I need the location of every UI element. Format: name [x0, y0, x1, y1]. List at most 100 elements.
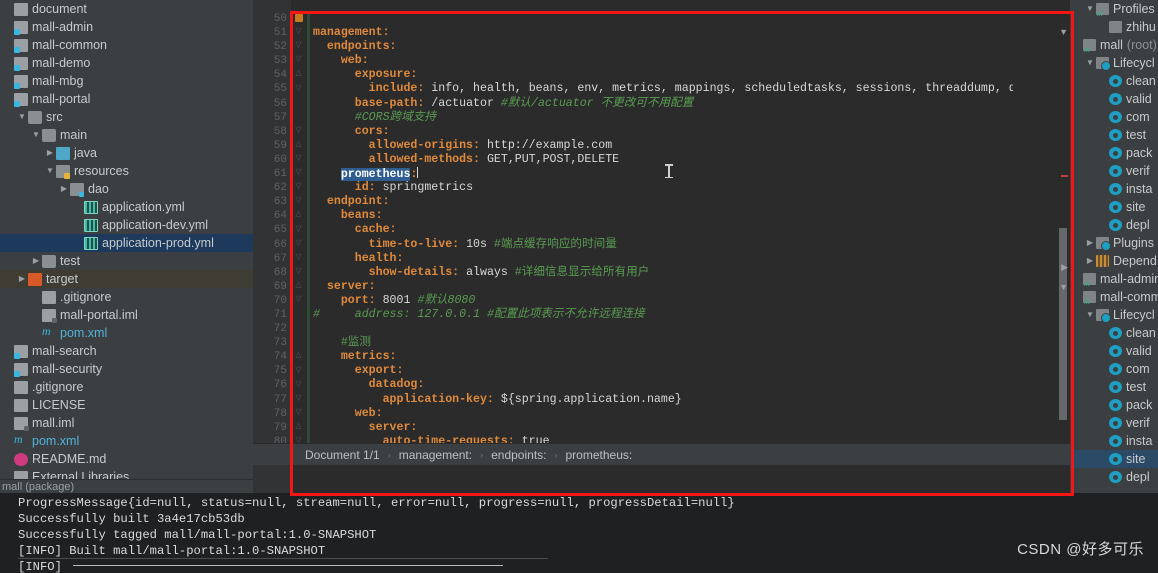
tree-item-dao[interactable]: ▶ dao: [0, 180, 253, 198]
chevron-down-icon[interactable]: ▼: [16, 108, 28, 126]
code-line[interactable]: datadog:: [313, 378, 1013, 392]
tree-item-test[interactable]: ▶ test: [0, 252, 253, 270]
maven-item-site[interactable]: · site: [1070, 198, 1158, 216]
tree-item-license[interactable]: · LICENSE: [0, 396, 253, 414]
tree-item-application-prod-yml[interactable]: · application-prod.yml: [0, 234, 253, 252]
breadcrumb[interactable]: Document 1/1 › management: › endpoints: › prom…: [253, 443, 1070, 465]
code-fold-marker[interactable]: △: [294, 280, 303, 289]
tree-item-mall-mbg[interactable]: · mall-mbg: [0, 72, 253, 90]
maven-item-clean[interactable]: · clean: [1070, 324, 1158, 342]
chevron-right-icon[interactable]: ▶: [44, 144, 56, 162]
tree-item-resources[interactable]: ▼ resources: [0, 162, 253, 180]
tree-item-gitignore[interactable]: · .gitignore: [0, 288, 253, 306]
code-line[interactable]: #CORS跨域支持: [313, 111, 1013, 125]
code-line[interactable]: health:: [313, 252, 1013, 266]
code-line[interactable]: server:: [313, 421, 1013, 435]
code-line[interactable]: server:: [313, 280, 1013, 294]
maven-item-com[interactable]: · com: [1070, 108, 1158, 126]
code-fold-marker[interactable]: △: [294, 421, 303, 430]
maven-item-mall-comm[interactable]: · mall-comm: [1070, 288, 1158, 306]
maven-item-lifecycl[interactable]: ▼ Lifecycl: [1070, 306, 1158, 324]
maven-item-test[interactable]: · test: [1070, 126, 1158, 144]
code-line[interactable]: [313, 12, 1013, 26]
code-line[interactable]: web:: [313, 407, 1013, 421]
maven-item-lifecycl[interactable]: ▼ Lifecycl: [1070, 54, 1158, 72]
editor-scrollbar-thumb[interactable]: [1059, 228, 1067, 420]
maven-item-insta[interactable]: · insta: [1070, 432, 1158, 450]
code-fold-marker[interactable]: △: [294, 350, 303, 359]
maven-tool-window[interactable]: ▼ Profiles · zhihu · mall(root) ▼ Lifecycl · clea…: [1070, 0, 1158, 493]
code-fold-marker[interactable]: ▽: [294, 365, 303, 374]
build-console[interactable]: ProgressMessage{id=null, status=null, st…: [0, 493, 1158, 573]
code-line[interactable]: id: springmetrics: [313, 181, 1013, 195]
code-fold-marker[interactable]: ▽: [294, 153, 303, 162]
maven-item-verif[interactable]: · verif: [1070, 162, 1158, 180]
code-line[interactable]: application-key: ${spring.application.na…: [313, 393, 1013, 407]
code-fold-marker[interactable]: ▽: [294, 26, 303, 35]
code-editor[interactable]: 50 51 52 53 54 55 56 57 58 59 60 61 62 63 64 65 66 67 68 69…: [253, 0, 1070, 493]
tree-item-mall-iml[interactable]: · mall.iml: [0, 414, 253, 432]
scroll-next-arrow[interactable]: ▶: [1061, 263, 1068, 272]
code-line[interactable]: allowed-methods: GET,PUT,POST,DELETE: [313, 153, 1013, 167]
code-fold-marker[interactable]: ▽: [294, 294, 303, 303]
code-fold-marker[interactable]: ▽: [294, 379, 303, 388]
tree-item-target[interactable]: ▶ target: [0, 270, 253, 288]
chevron-down-icon[interactable]: ▼: [30, 126, 42, 144]
code-fold-marker[interactable]: ▽: [294, 125, 303, 134]
maven-item-site[interactable]: · site: [1070, 450, 1158, 468]
tree-item-mall-search[interactable]: · mall-search: [0, 342, 253, 360]
tree-item-document[interactable]: · document: [0, 0, 253, 18]
scroll-up-arrow[interactable]: ▼: [1059, 28, 1068, 37]
maven-item-zhihu[interactable]: · zhihu: [1070, 18, 1158, 36]
code-fold-column[interactable]: ▽ ▽ ▽ △ ▽ ▽ △ ▽ ▽ ▽ ▽ △ ▽ ▽ ▽ ▽ △ ▽ △ ▽ ▽ ▽ ▽ △ ▽: [291, 0, 307, 493]
chevron-right-icon[interactable]: ▶: [58, 180, 70, 198]
tree-item-pom-xml[interactable]: · pom.xml: [0, 324, 253, 342]
code-line[interactable]: cache:: [313, 223, 1013, 237]
maven-item-valid[interactable]: · valid: [1070, 342, 1158, 360]
code-line[interactable]: base-path: /actuator #默认/actuator 不更改可不用…: [313, 97, 1013, 111]
code-line[interactable]: exposure:: [313, 68, 1013, 82]
chevron-down-icon[interactable]: ▼: [44, 162, 56, 180]
code-line[interactable]: management:: [313, 26, 1013, 40]
code-line[interactable]: include: info, health, beans, env, metri…: [313, 82, 1013, 96]
code-fold-marker[interactable]: ▽: [294, 407, 303, 416]
tree-item-application-dev-yml[interactable]: · application-dev.yml: [0, 216, 253, 234]
breadcrumb-item[interactable]: prometheus:: [566, 448, 633, 462]
maven-item-depl[interactable]: · depl: [1070, 468, 1158, 486]
chevron-right-icon[interactable]: ▶: [1084, 252, 1096, 270]
maven-item-insta[interactable]: · insta: [1070, 180, 1158, 198]
code-line[interactable]: metrics:: [313, 350, 1013, 364]
scroll-down-arrow[interactable]: ▼: [1059, 283, 1068, 292]
chevron-down-icon[interactable]: ▼: [1084, 0, 1096, 18]
breadcrumb-item[interactable]: Document 1/1: [305, 448, 380, 462]
tree-item-mall-security[interactable]: · mall-security: [0, 360, 253, 378]
code-fold-marker[interactable]: ▽: [294, 167, 303, 176]
tree-item-mall-common[interactable]: · mall-common: [0, 36, 253, 54]
code-line[interactable]: endpoints:: [313, 40, 1013, 54]
code-fold-marker[interactable]: ▽: [294, 195, 303, 204]
breadcrumb-item[interactable]: management:: [399, 448, 472, 462]
maven-item-valid[interactable]: · valid: [1070, 90, 1158, 108]
maven-item-verif[interactable]: · verif: [1070, 414, 1158, 432]
breadcrumb-item[interactable]: endpoints:: [491, 448, 546, 462]
code-fold-marker[interactable]: ▽: [294, 224, 303, 233]
tree-item-gitignore[interactable]: · .gitignore: [0, 378, 253, 396]
maven-item-pack[interactable]: · pack: [1070, 396, 1158, 414]
chevron-right-icon[interactable]: ▶: [1084, 234, 1096, 252]
code-fold-marker[interactable]: △: [294, 209, 303, 218]
code-fold-marker[interactable]: △: [294, 68, 303, 77]
tree-item-external-libraries[interactable]: · External Libraries: [0, 468, 253, 479]
maven-item-mall[interactable]: · mall(root): [1070, 36, 1158, 54]
code-line[interactable]: time-to-live: 10s #端点缓存响应的时间量: [313, 238, 1013, 252]
code-line[interactable]: #监测: [313, 336, 1013, 350]
tree-item-mall-demo[interactable]: · mall-demo: [0, 54, 253, 72]
maven-item-pack[interactable]: · pack: [1070, 144, 1158, 162]
maven-item-plugins[interactable]: ▶ Plugins: [1070, 234, 1158, 252]
code-line[interactable]: [313, 322, 1013, 336]
code-line[interactable]: web:: [313, 54, 1013, 68]
code-fold-marker[interactable]: ▽: [294, 181, 303, 190]
code-line[interactable]: export:: [313, 364, 1013, 378]
code-text-area[interactable]: management: endpoints: web: exposure: in…: [313, 0, 1013, 493]
code-fold-marker[interactable]: ▽: [294, 266, 303, 275]
code-line[interactable]: port: 8001 #默认8080: [313, 294, 1013, 308]
